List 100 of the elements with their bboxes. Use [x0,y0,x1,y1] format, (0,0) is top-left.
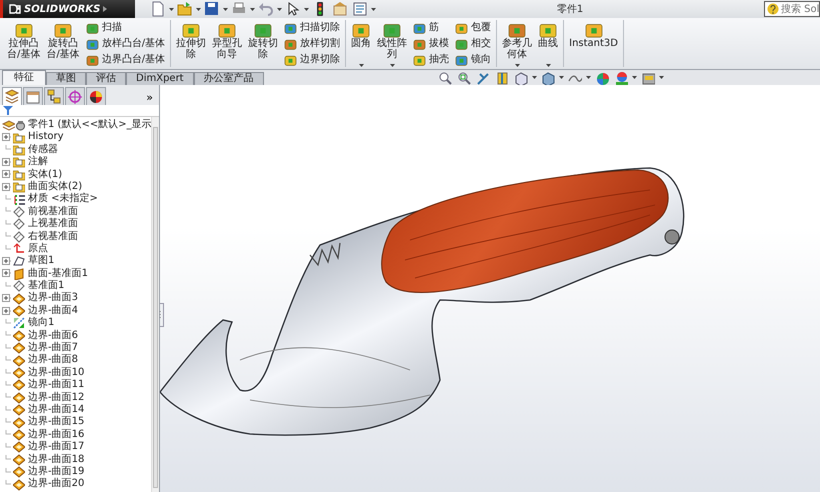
ribbon-button[interactable]: 扫描 [86,21,166,34]
tree-item[interactable]: 边界-曲面8 [28,354,78,367]
ribbon-button[interactable]: 拉伸切 除 [174,20,208,67]
expand-icon[interactable] [2,256,11,266]
expand-icon[interactable] [2,294,11,304]
panel-tab[interactable] [86,87,106,105]
section-view-icon[interactable] [495,70,509,84]
scrollbar[interactable] [151,117,159,492]
ribbon-button[interactable]: 边界凸台/基体 [86,53,166,66]
tree-item[interactable]: History [28,131,64,144]
tree-item[interactable]: 边界-曲面3 [28,292,78,305]
expand-icon[interactable] [2,158,11,167]
tree-item[interactable]: 零件1 (默认<<默认>_显示 [28,119,151,132]
tree-item[interactable]: 边界-曲面17 [28,441,84,454]
tab[interactable]: 特征 [2,70,46,85]
ribbon-button[interactable]: 拔模 [413,37,450,50]
caret-icon[interactable] [632,76,637,79]
tree-item[interactable]: 实体(1) [28,168,62,181]
tree-item[interactable]: 边界-曲面10 [28,366,84,380]
caret-icon[interactable] [514,64,520,67]
ribbon-button[interactable]: 包覆 [455,21,492,34]
search-field[interactable]: 搜索 Sol [764,1,820,17]
tree-item[interactable]: 右视基准面 [28,230,78,243]
tree-item[interactable]: 上视基准面 [28,218,78,231]
caret-icon[interactable] [277,8,282,10]
tree-item[interactable]: 材质 <未指定> [28,193,98,206]
tree-item[interactable]: 边界-曲面15 [28,416,84,429]
expand-icon[interactable] [2,269,11,278]
save-icon[interactable] [204,1,220,17]
tab[interactable]: 评估 [86,72,126,85]
ribbon-button[interactable]: 线性阵 列 [375,20,410,67]
caret-icon[interactable] [196,8,201,10]
view-settings-icon[interactable] [641,70,655,84]
configuration-icon [46,88,62,104]
tab[interactable]: 办公室产品 [194,72,264,85]
tree-item[interactable]: 边界-曲面6 [28,330,78,342]
tree-item[interactable]: 边界-曲面7 [28,342,78,354]
scene-icon[interactable] [614,70,628,84]
ribbon-button[interactable]: 异型孔 向导 [210,20,244,67]
caret-icon[interactable] [532,76,537,79]
ribbon-button[interactable]: 筋 [413,21,450,34]
tree-item[interactable]: 边界-曲面19 [28,466,84,478]
zoom-area-icon[interactable] [457,70,471,84]
tree-item[interactable]: 边界-曲面20 [28,478,84,491]
tree-item[interactable]: 曲面实体(2) [28,180,82,194]
tree-item[interactable]: 边界-曲面4 [28,304,78,318]
caret-icon[interactable] [371,8,376,10]
caret-icon[interactable] [390,64,395,67]
panel-tab[interactable] [44,87,64,105]
ribbon-button[interactable]: 圆角 [349,20,374,67]
expand-icon[interactable] [2,182,11,192]
tree-item[interactable]: 曲面-基准面1 [28,268,88,280]
previous-view-icon[interactable] [476,70,490,84]
ribbon-button[interactable]: 旋转凸 台/基体 [44,20,82,67]
panel-tab[interactable] [2,87,22,105]
tree-item[interactable]: 镜向1 [28,317,54,330]
ribbon-button[interactable]: 扫描切除 [284,21,340,34]
panel-tab[interactable] [23,87,43,105]
ribbon-button[interactable]: Instant3D [567,20,620,67]
ribbon-button[interactable]: 参考几 何体 [500,20,534,67]
ribbon-button[interactable]: 相交 [455,37,492,50]
tree-item[interactable]: 草图1 [28,255,54,268]
caret-icon[interactable] [358,64,364,67]
tab[interactable]: 草图 [46,72,86,85]
expand-icon[interactable] [2,133,11,142]
ribbon-button[interactable]: 曲线 [536,20,560,67]
ribbon-button[interactable]: 放样凸台/基体 [86,37,166,50]
ribbon-button[interactable]: 镜向 [455,53,492,66]
tree-item[interactable]: 边界-曲面12 [28,392,84,404]
tree-item[interactable]: 前视基准面 [28,206,78,218]
caret-icon[interactable] [169,8,174,10]
caret-icon[interactable] [304,8,309,10]
caret-icon[interactable] [586,76,591,79]
more-tabs-button[interactable]: » [142,91,157,105]
appearance-icon[interactable] [595,70,609,84]
file-properties-icon[interactable] [352,1,368,17]
caret-icon[interactable] [659,76,664,79]
caret-icon[interactable] [559,76,564,79]
expand-icon[interactable] [2,306,11,316]
tree-item[interactable]: 基准面1 [28,280,64,292]
caret-icon[interactable] [223,8,228,10]
expand-icon[interactable] [2,170,11,180]
ribbon-button[interactable]: 拉伸凸 台/基体 [5,20,42,67]
folder-icon [13,132,25,144]
ribbon-button[interactable]: 旋转切 除 [246,20,280,67]
ribbon-button[interactable]: 边界切除 [284,53,340,66]
tree-item[interactable]: 传感器 [28,144,58,156]
caret-icon[interactable] [250,8,255,10]
tree-item[interactable]: 边界-曲面11 [28,379,84,392]
ribbon-button[interactable]: 放样切割 [284,37,340,50]
tree-item[interactable]: 边界-曲面16 [28,428,84,442]
expand-arrow-icon[interactable] [103,6,108,12]
zoom-fit-icon[interactable] [438,70,452,84]
tree-item[interactable]: 注解 [28,156,48,169]
caret-icon[interactable] [546,64,551,67]
tree-item[interactable]: 原点 [28,242,48,256]
tab[interactable]: DimXpert [126,72,194,85]
tree-item[interactable]: 边界-曲面18 [28,454,84,466]
ribbon-button[interactable]: 抽壳 [413,53,450,66]
tree-item[interactable]: 边界-曲面14 [28,404,84,416]
